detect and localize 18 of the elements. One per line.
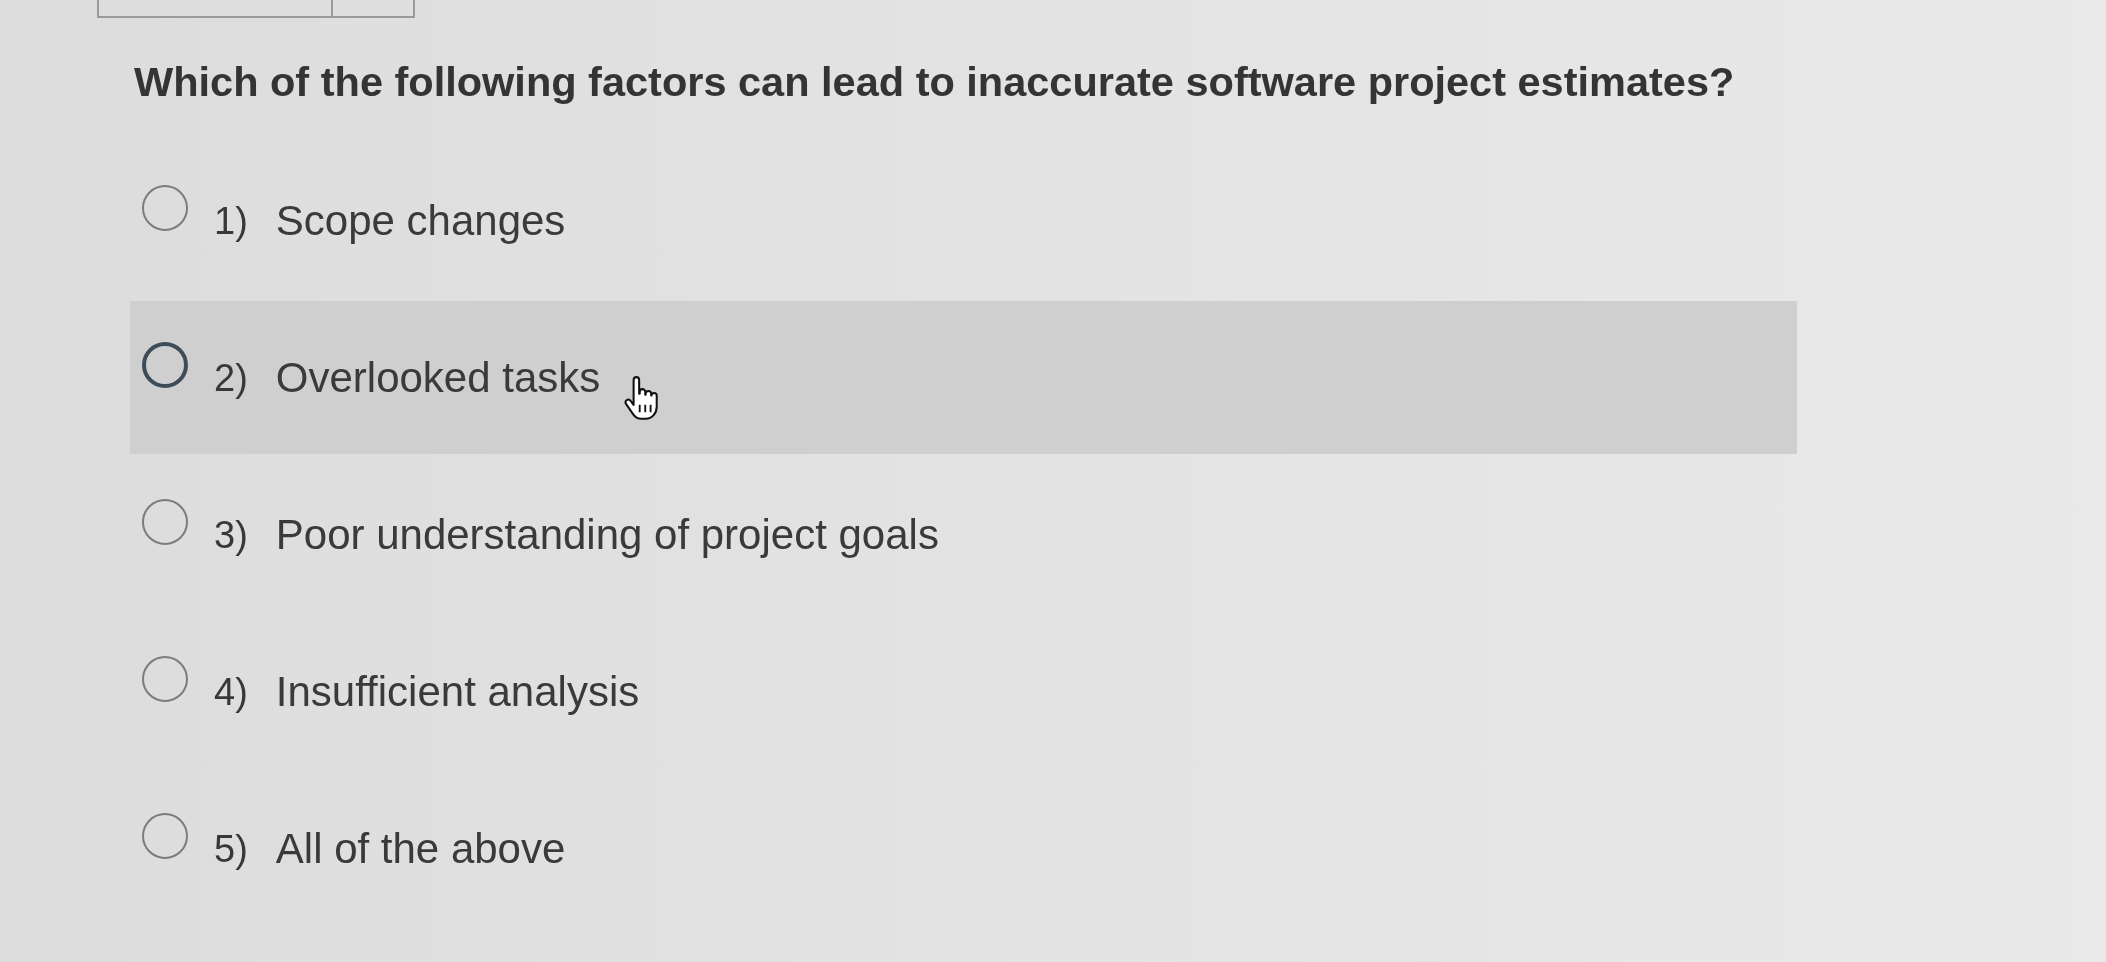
- option-label: Overlooked tasks: [275, 352, 601, 403]
- option-number: 2): [214, 355, 248, 401]
- option-label: Scope changes: [275, 195, 566, 246]
- option-label: All of the above: [275, 823, 566, 874]
- option-label: Insufficient analysis: [275, 666, 640, 717]
- question-text: Which of the following factors can lead to inaccurate software project estimates?: [134, 58, 1735, 106]
- radio-button[interactable]: [142, 498, 188, 545]
- radio-button[interactable]: [142, 812, 188, 859]
- highlighted-option-row[interactable]: 2) Overlooked tasks: [130, 301, 1797, 454]
- radio-button[interactable]: [142, 184, 188, 231]
- hand-cursor-icon: [624, 375, 659, 420]
- option-number: 5): [214, 826, 248, 872]
- radio-button[interactable]: [142, 341, 188, 388]
- option-number: 4): [214, 669, 248, 715]
- option-label: Poor understanding of project goals: [275, 509, 939, 560]
- option-number: 3): [214, 512, 248, 558]
- option-number: 1): [214, 198, 248, 244]
- radio-button[interactable]: [142, 655, 188, 702]
